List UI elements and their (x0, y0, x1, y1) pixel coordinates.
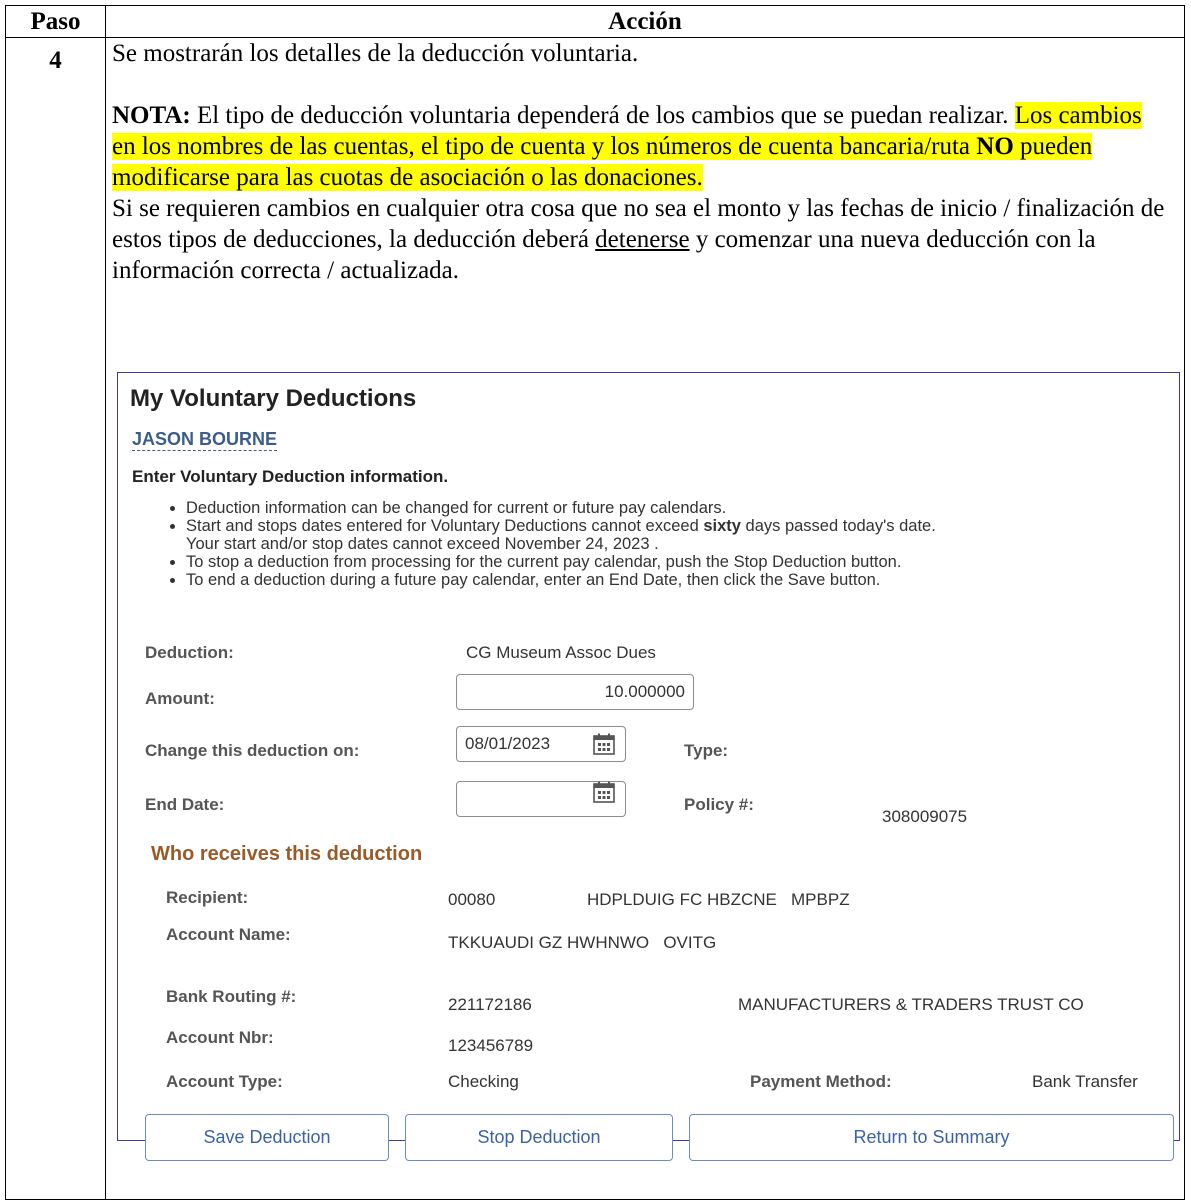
instructions-text: Se mostrarán los detalles de la deducció… (112, 38, 1168, 286)
enter-info-heading: Enter Voluntary Deduction information. (132, 467, 449, 486)
account-nbr-value: 123456789 (448, 1036, 534, 1055)
routing-label: Bank Routing #: (166, 987, 297, 1006)
list-item: To end a deduction during a future pay c… (186, 571, 1186, 589)
recipient-code: 00080 (448, 890, 496, 909)
instruction-list: Deduction information can be changed for… (166, 499, 1186, 589)
list-item-emphasis: sixty (703, 517, 741, 535)
employee-name-link[interactable]: JASON BOURNE (132, 428, 278, 451)
changes-paragraph: Si se requieren cambios en cualquier otr… (112, 193, 1168, 286)
header-paso: Paso (30, 8, 81, 35)
type-label: Type: (684, 741, 729, 760)
account-name-label: Account Name: (166, 925, 291, 944)
list-item: Deduction information can be changed for… (186, 499, 1186, 517)
calendar-icon[interactable] (592, 780, 616, 804)
list-item-text: Start and stops dates entered for Volunt… (186, 517, 704, 535)
return-to-summary-button[interactable]: Return to Summary (689, 1114, 1174, 1161)
panel-title: My Voluntary Deductions (130, 385, 417, 412)
changes-underlined: detenerse (595, 226, 690, 253)
routing-value: 221172186 (448, 995, 532, 1014)
bank-name: MANUFACTURERS & TRADERS TRUST CO (738, 995, 1084, 1014)
policy-label: Policy #: (684, 795, 754, 814)
policy-value: 308009075 (882, 807, 968, 826)
nota-paragraph: NOTA: El tipo de deducción voluntaria de… (112, 100, 1168, 193)
account-type-value: Checking (448, 1072, 519, 1091)
amount-label: Amount: (145, 689, 215, 708)
account-name-value: TKKUAUDI GZ HWHNWO OVITG (448, 933, 717, 952)
nota-text: El tipo de deducción voluntaria depender… (190, 102, 1015, 129)
header-accion: Acción (608, 8, 682, 35)
nota-label: NOTA: (112, 102, 191, 129)
account-type-label: Account Type: (166, 1072, 283, 1091)
account-nbr-label: Account Nbr: (166, 1028, 274, 1047)
end-date-label: End Date: (145, 795, 225, 814)
payment-method-value: Bank Transfer (1032, 1072, 1138, 1091)
instruction-line-1: Se mostrarán los detalles de la deducció… (112, 40, 639, 67)
voluntary-deductions-panel: My Voluntary Deductions JASON BOURNE Ent… (117, 372, 1180, 1161)
deduction-value: CG Museum Assoc Dues (466, 643, 656, 662)
list-item: Start and stops dates entered for Volunt… (186, 517, 1186, 553)
recipient-label: Recipient: (166, 888, 249, 907)
save-deduction-button[interactable]: Save Deduction (145, 1114, 389, 1161)
list-item: To stop a deduction from processing for … (186, 553, 1186, 571)
column-divider (105, 6, 106, 1199)
list-item-text: Your start and/or stop dates cannot exce… (186, 535, 659, 553)
change-on-label: Change this deduction on: (145, 741, 360, 760)
step-number: 4 (49, 47, 62, 74)
list-item-text: days passed today's date. (740, 517, 936, 535)
highlighted-no: NO (976, 133, 1014, 160)
recipient-name: HDPLDUIG FC HBZCNE MPBPZ (587, 890, 850, 909)
section-who-receives: Who receives this deduction (151, 843, 423, 865)
stop-deduction-button[interactable]: Stop Deduction (405, 1114, 673, 1161)
amount-input[interactable] (456, 674, 694, 710)
calendar-icon[interactable] (592, 732, 616, 756)
payment-method-label: Payment Method: (750, 1072, 892, 1091)
deduction-label: Deduction: (145, 643, 234, 662)
